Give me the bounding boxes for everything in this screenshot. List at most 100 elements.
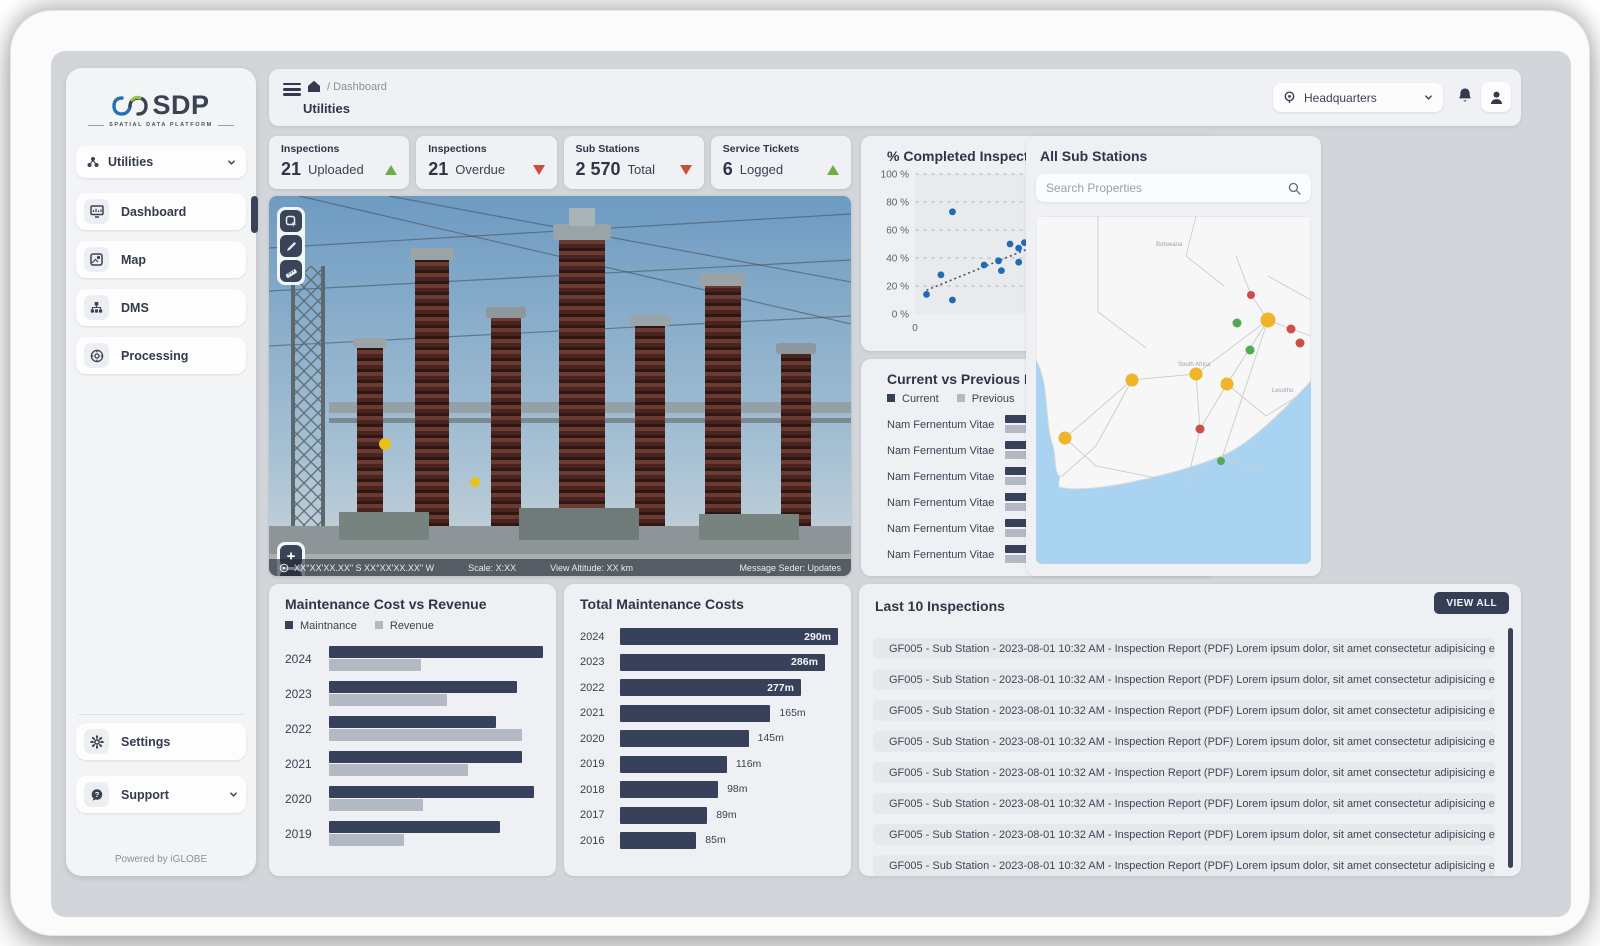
location-selector[interactable]: Headquarters	[1273, 83, 1443, 112]
bar-pair-row: 2019	[285, 821, 543, 846]
substation-marker-green[interactable]	[1217, 457, 1225, 465]
year-label: 2021	[580, 707, 620, 719]
sidebar-item-label: Dashboard	[121, 205, 186, 219]
substation-marker-red[interactable]	[1196, 425, 1205, 434]
substation-marker-red[interactable]	[1296, 339, 1305, 348]
inspection-row[interactable]: GF005 - Sub Station - 2023-08-01 10:32 A…	[873, 793, 1495, 814]
viewer-coordinates: XX°XX'XX.XX" S XX°XX'XX.XX" W	[294, 563, 434, 573]
bar-row: 2021165m	[580, 705, 838, 722]
substation-marker-red[interactable]	[1287, 325, 1296, 334]
svg-text:40 %: 40 %	[886, 254, 909, 265]
bar-pair-row: 2021	[285, 751, 543, 776]
search-input[interactable]	[1036, 181, 1288, 195]
home-icon[interactable]	[307, 80, 321, 93]
category-label: Nam Fernentum Vitae	[887, 523, 1005, 535]
sidebar-item-dms[interactable]: DMS	[76, 289, 246, 326]
bar-row: 2020145m	[580, 730, 838, 747]
inspection-row[interactable]: GF005 - Sub Station - 2023-08-01 10:32 A…	[873, 700, 1495, 721]
sidebar-divider	[78, 714, 244, 715]
category-label: Nam Fernentum Vitae	[887, 419, 1005, 431]
stat-category: Sub Stations	[576, 143, 692, 155]
bar-secondary	[329, 729, 522, 741]
bar-secondary	[329, 834, 404, 846]
account-button[interactable]	[1481, 82, 1511, 112]
stat-value: 21	[281, 159, 301, 180]
utilities-selector-label: Utilities	[108, 155, 153, 169]
value-label: 277m	[767, 682, 801, 694]
measure-tool-button[interactable]	[280, 260, 302, 282]
inspection-row[interactable]: GF005 - Sub Station - 2023-08-01 10:32 A…	[873, 669, 1495, 690]
viewer-altitude: View Altitude: XX km	[550, 563, 633, 573]
stat-value: 6	[723, 159, 733, 180]
category-label: 2024	[285, 652, 329, 666]
bar-pair-row: 2023	[285, 681, 543, 706]
panel-title: All Sub Stations	[1040, 148, 1147, 164]
category-label: 2019	[285, 827, 329, 841]
inspection-row[interactable]: GF005 - Sub Station - 2023-08-01 10:32 A…	[873, 731, 1495, 752]
substation-marker-red[interactable]	[1247, 291, 1255, 299]
substation-marker-yellow[interactable]	[1059, 432, 1072, 445]
substation-marker-green[interactable]	[1246, 346, 1255, 355]
year-label: 2019	[580, 758, 620, 770]
substation-marker-green[interactable]	[1233, 319, 1242, 328]
select-tool-button[interactable]	[280, 210, 302, 232]
network-icon	[86, 155, 100, 169]
substation-marker-yellow[interactable]	[1261, 313, 1276, 328]
bar-row: 2024290m	[580, 628, 838, 645]
sidebar: SDP SPATIAL DATA PLATFORM Utilities	[66, 68, 256, 876]
inspection-row[interactable]: GF005 - Sub Station - 2023-08-01 10:32 A…	[873, 638, 1495, 659]
bar-primary	[329, 786, 534, 798]
value-label: 98m	[727, 783, 747, 795]
sidebar-item-map[interactable]: Map	[76, 241, 246, 278]
bell-icon[interactable]	[1457, 87, 1473, 110]
stat-category: Inspections	[281, 143, 397, 155]
breadcrumb[interactable]: / Dashboard	[327, 81, 387, 93]
substation-search	[1036, 174, 1311, 202]
scatter-point	[1015, 259, 1022, 266]
scatter-point	[923, 291, 930, 298]
page-title: Utilities	[303, 101, 350, 116]
bar-row: 2019116m	[580, 756, 838, 773]
svg-text:?: ?	[94, 790, 99, 799]
sidebar-item-settings[interactable]: Settings	[76, 723, 246, 760]
bar-row: 201685m	[580, 832, 838, 849]
substations-map[interactable]: Botswana South Africa Lesotho	[1036, 216, 1311, 564]
map-label-lesotho: Lesotho	[1272, 388, 1294, 394]
inspection-row[interactable]: GF005 - Sub Station - 2023-08-01 10:32 A…	[873, 762, 1495, 783]
inspection-row[interactable]: GF005 - Sub Station - 2023-08-01 10:32 A…	[873, 855, 1495, 876]
location-selector-value: Headquarters	[1304, 91, 1377, 105]
value-label: 145m	[758, 732, 784, 744]
sidebar-item-support[interactable]: ? Support	[76, 776, 246, 813]
chevron-down-icon	[1424, 93, 1433, 102]
stat-card-substations-total: Sub Stations 2 570 Total	[564, 136, 704, 189]
bar-row: 2023286m	[580, 654, 838, 671]
category-label: 2021	[285, 757, 329, 771]
category-label: 2020	[285, 792, 329, 806]
panel-title: Last 10 Inspections	[875, 598, 1005, 614]
stat-value: 21	[428, 159, 448, 180]
bar-primary	[329, 716, 496, 728]
inspection-row[interactable]: GF005 - Sub Station - 2023-08-01 10:32 A…	[873, 824, 1495, 845]
cost-bar	[620, 781, 718, 798]
view-all-button[interactable]: VIEW ALL	[1434, 592, 1509, 614]
scrollbar[interactable]	[1508, 628, 1513, 868]
trend-up-icon	[385, 165, 397, 175]
substation-marker-yellow[interactable]	[1190, 368, 1203, 381]
utilities-selector[interactable]: Utilities	[76, 146, 246, 178]
legend-swatch-maintenance	[285, 621, 293, 629]
search-icon[interactable]	[1288, 182, 1301, 195]
value-label: 89m	[716, 809, 736, 821]
draw-tool-button[interactable]	[280, 235, 302, 257]
bar-secondary	[329, 659, 421, 671]
svg-text:80 %: 80 %	[886, 198, 909, 209]
menu-icon[interactable]	[283, 83, 301, 96]
svg-text:0 %: 0 %	[892, 310, 909, 321]
viewer-scale: Scale: X:XX	[468, 563, 516, 573]
sidebar-item-dashboard[interactable]: Dashboard	[76, 193, 246, 230]
substation-marker-yellow[interactable]	[1221, 378, 1234, 391]
substation-marker-yellow[interactable]	[1126, 374, 1139, 387]
category-label: 2022	[285, 722, 329, 736]
substation-photo-viewer[interactable]: + − XX°XX'XX.XX" S XX°XX'XX.XX" W Scale:…	[269, 196, 851, 576]
tablet-frame: SDP SPATIAL DATA PLATFORM Utilities	[10, 10, 1590, 936]
sidebar-item-processing[interactable]: Processing	[76, 337, 246, 374]
